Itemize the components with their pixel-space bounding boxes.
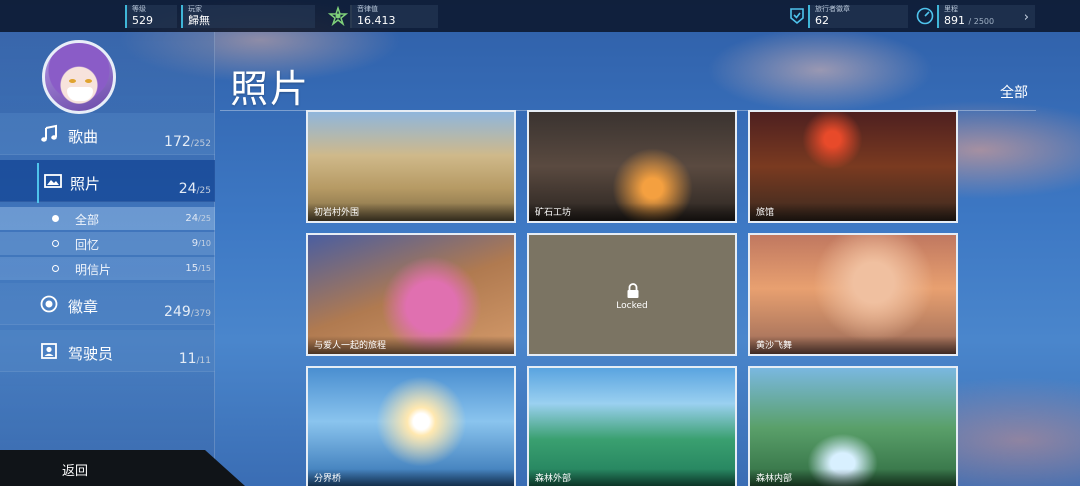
level-label: 等级: [132, 5, 146, 13]
photo-caption: 初岩村外围: [314, 208, 360, 218]
subfilter-count: 9/10: [191, 238, 211, 249]
badge-icon: [790, 8, 804, 25]
badges-value: 62: [815, 14, 829, 27]
locked-photo-card[interactable]: Locked: [527, 233, 737, 356]
player-name: 歸無: [188, 14, 210, 27]
mileage-icon: [916, 7, 934, 25]
subfilter-count: 15/15: [185, 263, 211, 274]
level-stat: 等级 529: [125, 5, 177, 28]
mileage-label: 里程: [944, 5, 958, 13]
filter-dropdown[interactable]: 全部: [1000, 82, 1028, 102]
sidebar-item-badges[interactable]: 徽章 249/379: [0, 283, 215, 325]
subfilter-label: 明信片: [75, 263, 112, 277]
chevron-right-icon[interactable]: ›: [1024, 10, 1029, 25]
sidebar-item-songs[interactable]: 歌曲 172/252: [0, 113, 215, 155]
photo-caption: 矿石工坊: [535, 208, 572, 218]
photo-card[interactable]: 黄沙飞舞: [748, 233, 958, 356]
photo-caption: 森林内部: [756, 474, 793, 484]
sidebar-item-label: 徽章: [68, 298, 99, 316]
level-value: 529: [132, 14, 153, 27]
top-status-bar: 等级 529 玩家 歸無 音律值 16.413 旅行者徽章 62 里程 891 …: [0, 0, 1080, 32]
photo-caption: 分界桥: [314, 474, 342, 484]
photo-caption: 黄沙飞舞: [756, 341, 793, 351]
radio-dot-icon: [52, 240, 59, 247]
sidebar-item-label: 歌曲: [68, 128, 99, 146]
radio-dot-icon: [52, 215, 59, 222]
photo-card[interactable]: 初岩村外围: [306, 110, 516, 223]
radio-dot-icon: [52, 265, 59, 272]
back-label: 返回: [62, 464, 89, 479]
mileage-value: 891 / 2500: [944, 14, 995, 27]
player-stat: 玩家 歸無: [181, 5, 315, 28]
photo-card[interactable]: 分界桥: [306, 366, 516, 486]
sidebar-item-count: 249/379: [164, 304, 211, 320]
locked-label: Locked: [616, 301, 648, 311]
melody-stat: 音律值 16.413: [350, 5, 438, 28]
avatar[interactable]: [42, 40, 116, 114]
page-title: 照片: [230, 67, 311, 111]
subfilter-count: 24/25: [185, 213, 211, 224]
photo-card[interactable]: 矿石工坊: [527, 110, 737, 223]
subfilter-label: 全部: [75, 213, 100, 227]
music-note-icon: [41, 124, 57, 142]
melody-label: 音律值: [357, 5, 378, 13]
photo-card[interactable]: 旅馆: [748, 110, 958, 223]
photo-card[interactable]: 森林内部: [748, 366, 958, 486]
back-button[interactable]: 返回: [0, 450, 245, 486]
photo-caption: 旅馆: [756, 208, 775, 218]
sidebar-item-label: 驾驶员: [68, 345, 114, 363]
sidebar-item-count: 11/11: [178, 351, 211, 367]
photo-icon: [44, 174, 62, 188]
subfilter-postcards[interactable]: 明信片 15/15: [0, 257, 215, 280]
badge-circle-icon: [40, 295, 58, 313]
photo-caption: 与爱人一起的旅程: [314, 341, 387, 351]
melody-value: 16.413: [357, 14, 396, 27]
photo-card[interactable]: 与爱人一起的旅程: [306, 233, 516, 356]
sidebar-item-photos[interactable]: 照片 24/25: [0, 160, 215, 203]
id-card-icon: [41, 343, 57, 359]
subfilter-all[interactable]: 全部 24/25: [0, 207, 215, 230]
subfilter-label: 回忆: [75, 238, 100, 252]
badges-label: 旅行者徽章: [815, 5, 850, 13]
player-label: 玩家: [188, 5, 202, 13]
sidebar-item-label: 照片: [70, 175, 101, 193]
lock-icon: [627, 283, 639, 298]
photo-caption: 森林外部: [535, 474, 572, 484]
mileage-stat[interactable]: 里程 891 / 2500 ›: [937, 5, 1035, 28]
sidebar-item-count: 24/25: [178, 181, 211, 197]
sidebar-item-pilots[interactable]: 驾驶员 11/11: [0, 330, 215, 372]
sidebar: 歌曲 172/252 照片 24/25 全部 24/25 回忆 9/10 明信片…: [0, 32, 215, 486]
sidebar-item-count: 172/252: [164, 134, 211, 150]
subfilter-memories[interactable]: 回忆 9/10: [0, 232, 215, 255]
photo-card[interactable]: 森林外部: [527, 366, 737, 486]
badges-stat: 旅行者徽章 62: [808, 5, 908, 28]
melody-icon: [328, 6, 348, 26]
